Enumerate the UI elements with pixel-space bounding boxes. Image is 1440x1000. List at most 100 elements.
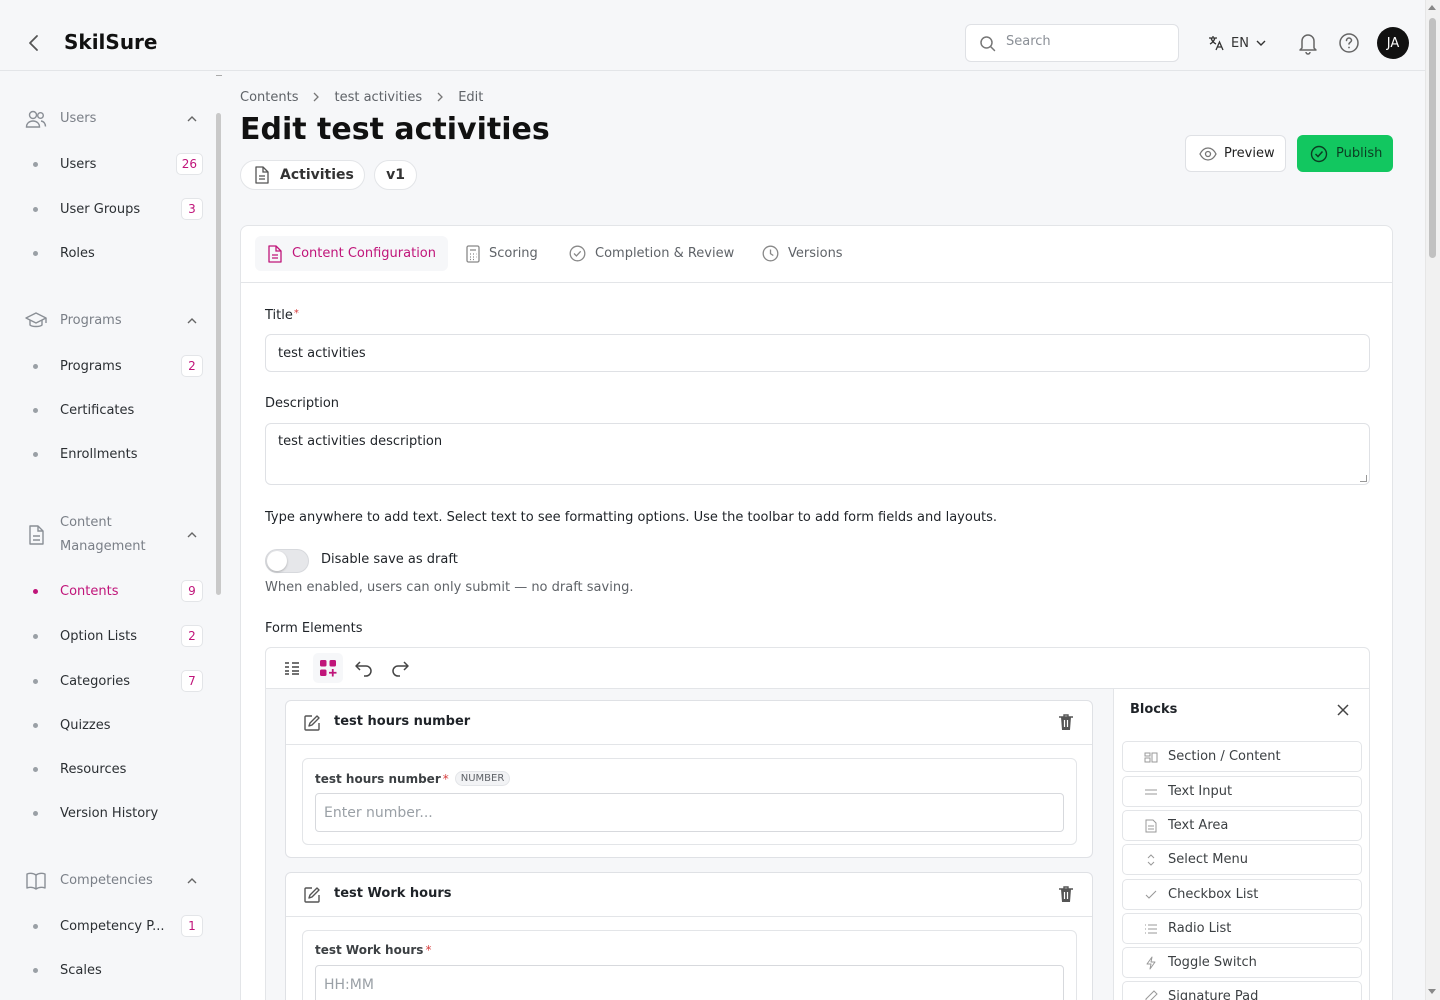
bell-icon[interactable] bbox=[1297, 31, 1319, 55]
disable-draft-toggle[interactable] bbox=[265, 549, 309, 573]
description-textarea[interactable]: test activities description bbox=[265, 423, 1370, 485]
sidebar-item-categories[interactable]: Categories 7 bbox=[33, 668, 203, 694]
sidebar-item-users[interactable]: Users 26 bbox=[33, 151, 203, 177]
content-editor-card: Content Configuration Scoring Completion… bbox=[240, 225, 1393, 1000]
sidebar-item-label: Enrollments bbox=[60, 446, 138, 462]
chevron-down-icon bbox=[1255, 37, 1267, 49]
eye-icon bbox=[1199, 146, 1217, 161]
chevron-up-icon[interactable] bbox=[186, 315, 198, 327]
tab-completion-review[interactable]: Completion & Review bbox=[557, 236, 746, 271]
sidebar-item-enrollments[interactable]: Enrollments bbox=[33, 441, 203, 467]
sidebar-item-option-lists[interactable]: Option Lists 2 bbox=[33, 623, 203, 649]
undo-button[interactable] bbox=[349, 653, 379, 683]
form-block-title: test hours number bbox=[334, 714, 471, 729]
back-icon[interactable] bbox=[22, 31, 46, 55]
preview-button[interactable]: Preview bbox=[1185, 135, 1286, 172]
preview-label: Preview bbox=[1224, 146, 1275, 161]
search-box[interactable] bbox=[965, 24, 1179, 62]
bullet bbox=[33, 810, 38, 816]
tab-content-configuration[interactable]: Content Configuration bbox=[255, 236, 448, 271]
tab-label: Scoring bbox=[489, 246, 538, 261]
tab-label: Versions bbox=[788, 246, 843, 261]
top-header: SkilSure EN JA bbox=[0, 0, 1425, 71]
block-text-area[interactable]: Text Area bbox=[1122, 810, 1362, 841]
tab-versions[interactable]: Versions bbox=[750, 236, 855, 271]
form-block-header: test hours number bbox=[286, 701, 1092, 745]
sidebar-scroll-thumb[interactable] bbox=[216, 113, 221, 595]
field-label-text: test hours number bbox=[315, 771, 441, 786]
block-label: Select Menu bbox=[1168, 852, 1248, 867]
sidebar-item-certificates[interactable]: Certificates bbox=[33, 397, 203, 423]
redo-button[interactable] bbox=[385, 653, 415, 683]
sidebar-item-programs[interactable]: Programs 2 bbox=[33, 353, 203, 379]
chevron-up-icon[interactable] bbox=[186, 113, 198, 125]
scroll-down-arrow[interactable] bbox=[1428, 989, 1436, 994]
resize-handle[interactable] bbox=[1360, 475, 1367, 482]
block-radio-list[interactable]: Radio List bbox=[1122, 913, 1362, 944]
form-block[interactable]: test Work hours test Work hours * HH:MM bbox=[285, 872, 1093, 1000]
block-label: Text Input bbox=[1168, 784, 1233, 799]
title-input[interactable]: test activities bbox=[265, 334, 1370, 372]
edit-icon[interactable] bbox=[303, 714, 321, 732]
chevron-up-icon[interactable] bbox=[186, 529, 198, 541]
block-checkbox-list[interactable]: Checkbox List bbox=[1122, 879, 1362, 910]
grid-plus-icon bbox=[320, 660, 337, 677]
section-icon bbox=[1144, 750, 1158, 764]
title-field-label: Title* bbox=[265, 308, 299, 323]
edit-icon[interactable] bbox=[303, 886, 321, 904]
publish-button[interactable]: Publish bbox=[1297, 135, 1393, 172]
description-field-label: Description bbox=[265, 396, 340, 411]
page-title: Edit test activities bbox=[240, 112, 550, 147]
block-select-menu[interactable]: Select Menu bbox=[1122, 844, 1362, 875]
sidebar-item-competency-p[interactable]: Competency P... 1 bbox=[33, 913, 203, 939]
sidebar-group-programs[interactable]: Programs bbox=[24, 309, 204, 333]
breadcrumb-content-name[interactable]: test activities bbox=[334, 90, 422, 105]
time-input[interactable]: HH:MM bbox=[315, 965, 1064, 1000]
sidebar-scroll-arrow[interactable] bbox=[216, 75, 222, 76]
form-builder: test hours number test hours number * NUM… bbox=[265, 647, 1370, 1000]
language-selector[interactable]: EN bbox=[1207, 33, 1267, 53]
sidebar-group-content-management[interactable]: Content Management bbox=[24, 511, 204, 559]
block-signature-pad[interactable]: Signature Pad bbox=[1122, 981, 1362, 1000]
breadcrumb-contents[interactable]: Contents bbox=[240, 90, 298, 105]
scroll-up-arrow[interactable] bbox=[1428, 5, 1436, 10]
sidebar-item-version-history[interactable]: Version History bbox=[33, 800, 203, 826]
bullet bbox=[33, 363, 38, 369]
clock-icon bbox=[762, 245, 779, 262]
bullet bbox=[33, 250, 38, 256]
sidebar-group-users[interactable]: Users bbox=[24, 107, 204, 131]
outline-view-button[interactable] bbox=[277, 653, 307, 683]
avatar[interactable]: JA bbox=[1377, 27, 1409, 59]
block-section-content[interactable]: Section / Content bbox=[1122, 741, 1362, 772]
trash-icon[interactable] bbox=[1058, 885, 1074, 903]
breadcrumb: Contents test activities Edit bbox=[240, 88, 483, 106]
tab-bar: Content Configuration Scoring Completion… bbox=[241, 226, 1392, 283]
book-icon bbox=[24, 869, 48, 893]
sidebar-group-competencies[interactable]: Competencies bbox=[24, 869, 204, 893]
toggle-blocks-button[interactable] bbox=[313, 653, 343, 683]
close-icon[interactable] bbox=[1336, 703, 1350, 717]
sidebar-item-label: Option Lists bbox=[60, 628, 138, 644]
block-toggle-switch[interactable]: Toggle Switch bbox=[1122, 947, 1362, 978]
count-badge: 26 bbox=[175, 153, 203, 175]
sidebar-item-scales[interactable]: Scales bbox=[33, 957, 203, 983]
chevron-up-icon[interactable] bbox=[186, 875, 198, 887]
sidebar-item-quizzes[interactable]: Quizzes bbox=[33, 712, 203, 738]
page-scroll-thumb[interactable] bbox=[1429, 18, 1436, 258]
sidebar-item-resources[interactable]: Resources bbox=[33, 756, 203, 782]
form-block[interactable]: test hours number test hours number * NUM… bbox=[285, 700, 1093, 858]
sidebar-group-label: Content Management bbox=[60, 511, 146, 559]
block-text-input[interactable]: Text Input bbox=[1122, 776, 1362, 807]
document-icon bbox=[268, 244, 282, 263]
search-input[interactable] bbox=[1006, 34, 1166, 49]
bullet bbox=[33, 923, 38, 929]
sidebar-item-user-groups[interactable]: User Groups 3 bbox=[33, 196, 203, 222]
sidebar-item-roles[interactable]: Roles bbox=[33, 240, 203, 266]
sidebar-item-contents[interactable]: Contents 9 bbox=[33, 578, 203, 604]
trash-icon[interactable] bbox=[1058, 713, 1074, 731]
tab-scoring[interactable]: Scoring bbox=[454, 236, 550, 271]
search-icon bbox=[979, 35, 997, 53]
help-icon[interactable] bbox=[1337, 31, 1361, 55]
number-input[interactable]: Enter number... bbox=[315, 793, 1064, 832]
sidebar-group-label: Competencies bbox=[60, 873, 153, 888]
